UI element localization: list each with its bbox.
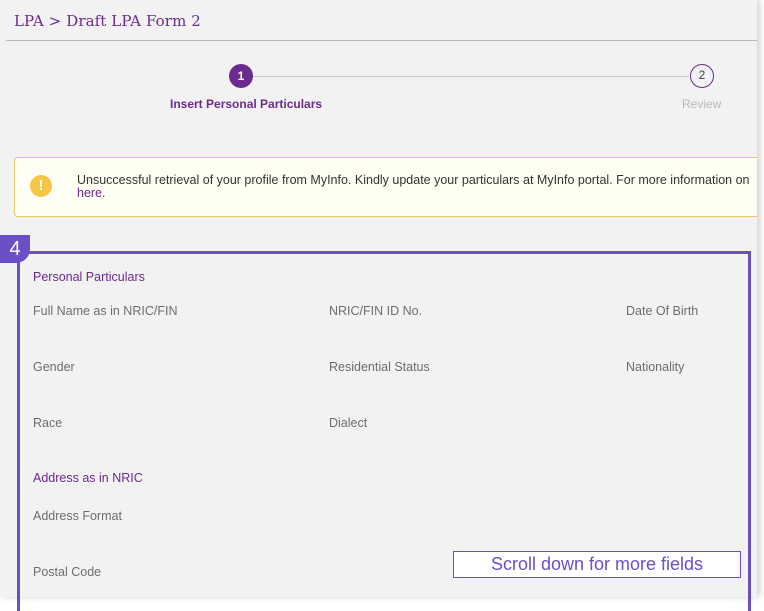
breadcrumb-divider bbox=[6, 40, 757, 41]
step-2-indicator: 2 bbox=[690, 64, 714, 88]
breadcrumb[interactable]: LPA > Draft LPA Form 2 bbox=[14, 12, 201, 30]
alert-message-text: Unsuccessful retrieval of your profile f… bbox=[77, 174, 750, 187]
alert-message: Unsuccessful retrieval of your profile f… bbox=[77, 174, 764, 200]
step-1-indicator: 1 bbox=[229, 64, 253, 88]
step-1-label: Insert Personal Particulars bbox=[170, 97, 323, 111]
scroll-note: Scroll down for more fields bbox=[453, 551, 741, 578]
annotation-badge: 4 bbox=[0, 235, 30, 263]
stepper-line bbox=[252, 76, 689, 77]
exclamation-icon: ! bbox=[30, 175, 52, 197]
alert-here-link[interactable]: here. bbox=[77, 186, 106, 200]
step-2-label: Review bbox=[682, 97, 722, 111]
myinfo-alert: ! Unsuccessful retrieval of your profile… bbox=[14, 157, 757, 217]
